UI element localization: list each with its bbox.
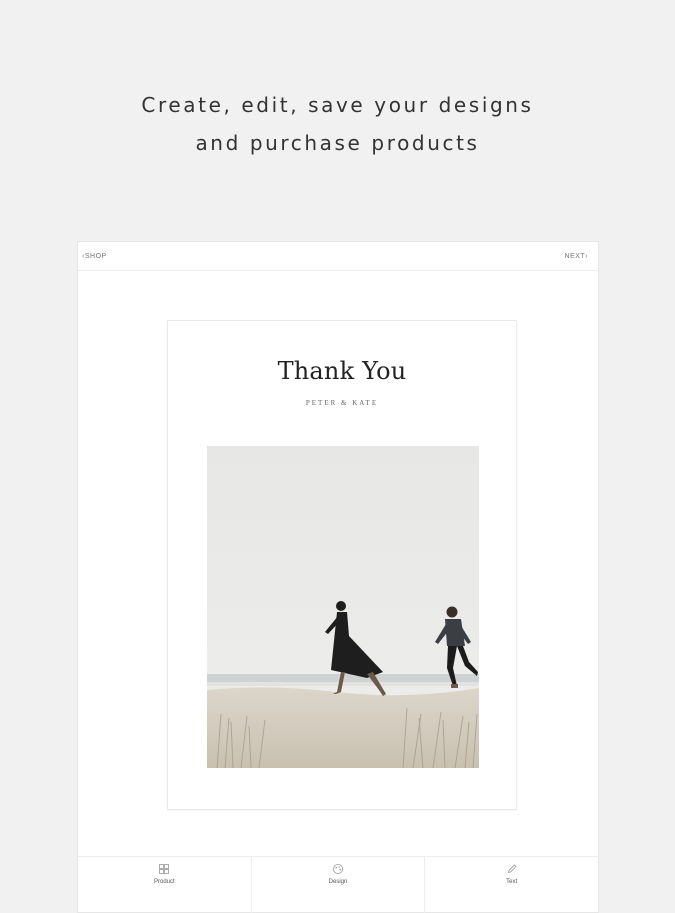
headline-line-2: and purchase products xyxy=(195,131,480,155)
chevron-right-icon: › xyxy=(585,253,588,260)
card-title[interactable]: Thank You xyxy=(168,357,516,385)
tab-product[interactable]: Product xyxy=(78,857,252,913)
card-preview[interactable]: Thank You PETER & KATE xyxy=(167,320,517,810)
headline-line-1: Create, edit, save your designs xyxy=(141,93,534,117)
app-screen: ‹SHOP NEXT› Thank You PETER & KATE Produ… xyxy=(78,242,598,913)
bottom-tab-bar: Product Design Text xyxy=(78,856,598,913)
tab-text[interactable]: Text xyxy=(425,857,598,913)
card-subtitle[interactable]: PETER & KATE xyxy=(168,399,516,407)
next-button-label: NEXT xyxy=(564,253,586,260)
pen-icon xyxy=(507,864,517,874)
palette-icon xyxy=(333,864,343,874)
back-button-label: SHOP xyxy=(84,253,107,260)
card-photo[interactable] xyxy=(207,446,479,768)
next-button[interactable]: NEXT› xyxy=(564,253,588,260)
tab-design-label: Design xyxy=(328,879,348,885)
beach-couple-photo xyxy=(207,446,479,768)
tab-text-label: Text xyxy=(506,879,518,885)
back-button[interactable]: ‹SHOP xyxy=(82,253,107,260)
grid-icon xyxy=(159,864,170,874)
tab-design[interactable]: Design xyxy=(252,857,426,913)
tab-product-label: Product xyxy=(153,879,175,885)
marketing-headline: Create, edit, save your designs and purc… xyxy=(0,86,675,162)
top-navigation-bar: ‹SHOP NEXT› xyxy=(78,242,598,271)
